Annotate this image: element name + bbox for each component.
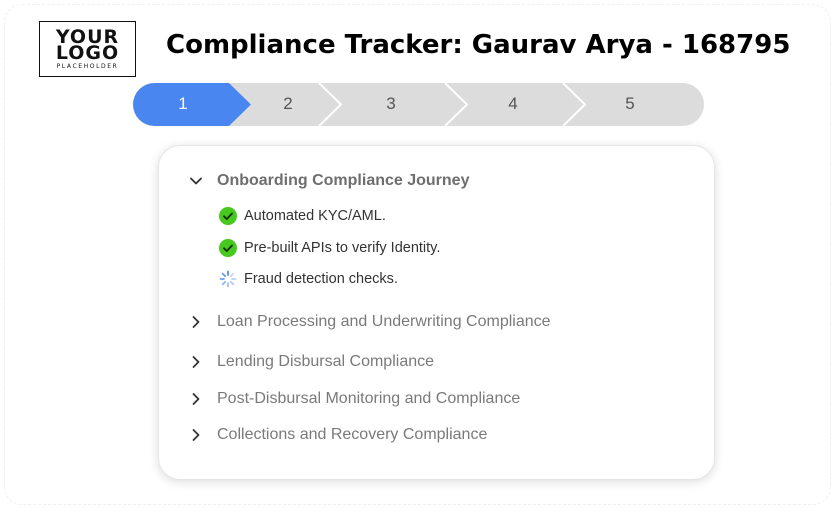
check-circle-icon: [219, 239, 237, 257]
section-collections[interactable]: Collections and Recovery Compliance: [189, 426, 487, 444]
checklist-item: Fraud detection checks.: [219, 270, 398, 288]
step-1[interactable]: 1: [163, 94, 203, 114]
logo-line-2: LOGO: [55, 41, 120, 64]
chevron-down-icon: [190, 177, 202, 185]
checklist-item-label: Fraud detection checks.: [244, 271, 398, 287]
step-3[interactable]: 3: [371, 94, 411, 114]
section-title: Onboarding Compliance Journey: [217, 172, 470, 189]
section-title: Lending Disbursal Compliance: [217, 353, 435, 370]
section-post-disbursal[interactable]: Post-Disbursal Monitoring and Compliance: [189, 390, 520, 408]
logo-subtext: PLACEHOLDER: [56, 62, 119, 70]
section-title: Collections and Recovery Compliance: [217, 426, 488, 443]
chevron-right-icon: [192, 393, 200, 405]
section-onboarding[interactable]: Onboarding Compliance Journey: [189, 172, 469, 190]
step-4[interactable]: 4: [493, 94, 533, 114]
checklist-item-label: Automated KYC/AML.: [244, 208, 386, 224]
checklist-item-label: Pre-built APIs to verify Identity.: [244, 240, 441, 256]
chevron-right-icon: [192, 316, 200, 328]
spinner-icon: [219, 270, 237, 288]
section-lending-disbursal[interactable]: Lending Disbursal Compliance: [189, 353, 434, 371]
section-title: Post-Disbursal Monitoring and Compliance: [217, 390, 521, 407]
compliance-card: Onboarding Compliance Journey Automated …: [158, 145, 715, 480]
section-title: Loan Processing and Underwriting Complia…: [217, 313, 551, 330]
check-circle-icon: [219, 207, 237, 225]
chevron-right-icon: [192, 356, 200, 368]
chevron-right-icon: [192, 429, 200, 441]
step-2[interactable]: 2: [268, 94, 308, 114]
checklist-item: Automated KYC/AML.: [219, 207, 386, 225]
section-loan-processing[interactable]: Loan Processing and Underwriting Complia…: [189, 313, 551, 331]
step-5[interactable]: 5: [610, 94, 650, 114]
progress-stepper: 1 2 3 4 5: [133, 83, 704, 126]
page-title: Compliance Tracker: Gaurav Arya - 168795: [166, 30, 791, 60]
logo: YOUR LOGO PLACEHOLDER: [39, 21, 136, 77]
checklist-item: Pre-built APIs to verify Identity.: [219, 239, 440, 257]
